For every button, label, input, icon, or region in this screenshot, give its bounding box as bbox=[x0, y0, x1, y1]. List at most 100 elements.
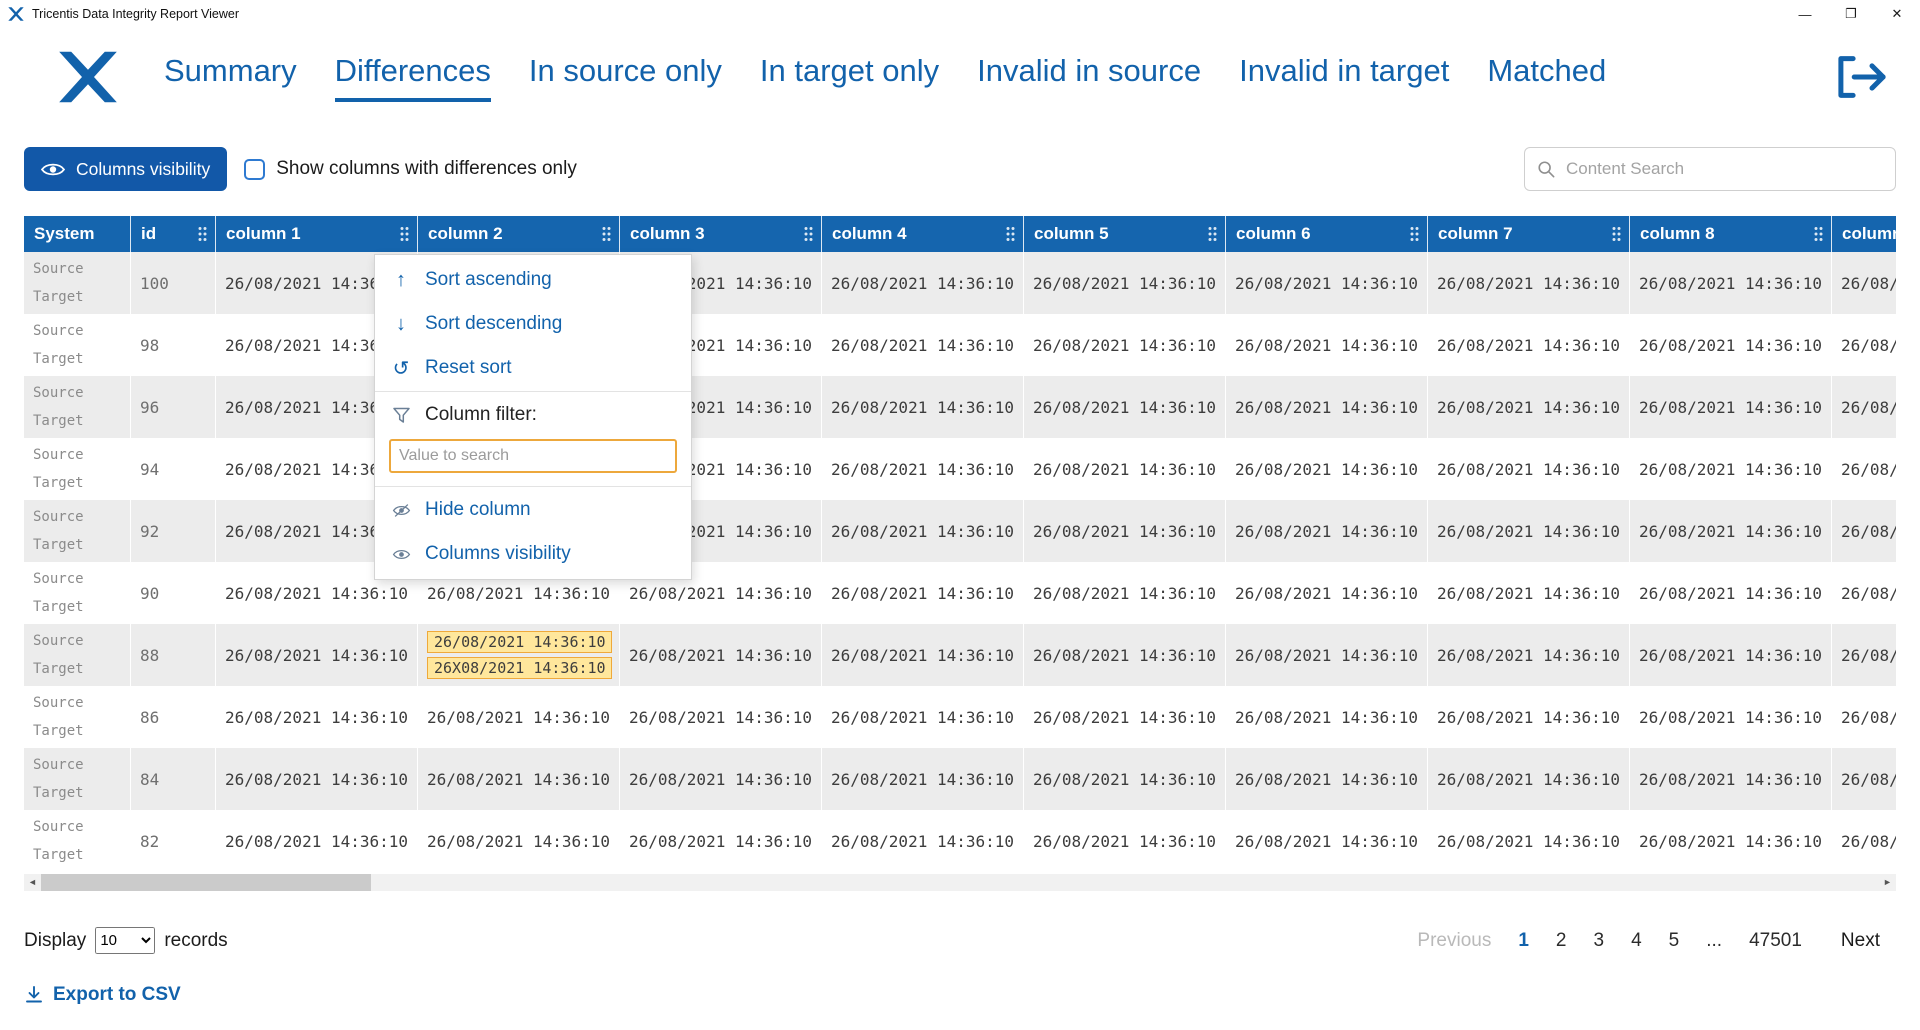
scroll-right-icon[interactable]: ► bbox=[1879, 874, 1896, 891]
column-grip-icon[interactable] bbox=[399, 226, 410, 243]
nav-item-in-target-only[interactable]: In target only bbox=[760, 53, 939, 102]
table-row: SourceTarget9826/08/2021 14:36:1026/08/2… bbox=[24, 314, 1896, 376]
minimize-button[interactable]: — bbox=[1782, 0, 1828, 28]
close-button[interactable]: ✕ bbox=[1874, 0, 1920, 28]
data-cell: 26/08/2021 14:36:10 bbox=[1428, 252, 1630, 314]
data-cell: 26/08/2021 14:36:10 bbox=[216, 686, 418, 748]
eye-icon bbox=[390, 546, 412, 563]
column-header-system[interactable]: System bbox=[24, 216, 131, 252]
column-header-column-8[interactable]: column 8 bbox=[1630, 216, 1832, 252]
menu-item-sort-ascending[interactable]: ↑ Sort ascending bbox=[375, 258, 691, 302]
column-header-column-7[interactable]: column 7 bbox=[1428, 216, 1630, 252]
nav-item-matched[interactable]: Matched bbox=[1487, 53, 1606, 102]
nav-item-invalid-in-source[interactable]: Invalid in source bbox=[977, 53, 1201, 102]
column-header-column-1[interactable]: column 1 bbox=[216, 216, 418, 252]
maximize-button[interactable]: ❐ bbox=[1828, 0, 1874, 28]
id-cell: 100 bbox=[131, 252, 216, 314]
data-cell: 26/08/2021 14:36:10 bbox=[1024, 686, 1226, 748]
system-cell: SourceTarget bbox=[24, 748, 131, 810]
menu-item-reset-sort[interactable]: ↺ Reset sort bbox=[375, 346, 691, 390]
column-header-column-5[interactable]: column 5 bbox=[1024, 216, 1226, 252]
nav-item-in-source-only[interactable]: In source only bbox=[529, 53, 722, 102]
column-header-label: column 9 bbox=[1842, 224, 1896, 244]
display-label: Display bbox=[24, 930, 86, 952]
column-header-column-2[interactable]: column 2 bbox=[418, 216, 620, 252]
data-cell: 26/08/2021 14:36:10 bbox=[216, 810, 418, 872]
menu-item-sort-descending[interactable]: ↓ Sort descending bbox=[375, 302, 691, 346]
show-differences-checkbox[interactable] bbox=[244, 159, 265, 180]
report-table: Systemidcolumn 1column 2column 3column 4… bbox=[24, 216, 1896, 872]
id-cell: 96 bbox=[131, 376, 216, 438]
system-label: Target bbox=[33, 413, 84, 429]
system-cell: SourceTarget bbox=[24, 314, 131, 376]
nav-item-invalid-in-target[interactable]: Invalid in target bbox=[1239, 53, 1449, 102]
system-label: Source bbox=[33, 757, 84, 773]
column-header-column-9[interactable]: column 9 bbox=[1832, 216, 1896, 252]
data-cell: 26/08/2021 14:36:10 bbox=[1226, 748, 1428, 810]
column-grip-icon[interactable] bbox=[803, 226, 814, 243]
page-number-last[interactable]: 47501 bbox=[1749, 930, 1802, 952]
column-grip-icon[interactable] bbox=[1207, 226, 1218, 243]
column-grip-icon[interactable] bbox=[1409, 226, 1420, 243]
page-number-2[interactable]: 2 bbox=[1556, 930, 1567, 952]
export-report-icon[interactable] bbox=[1834, 52, 1890, 102]
id-cell: 82 bbox=[131, 810, 216, 872]
page-number-5[interactable]: 5 bbox=[1669, 930, 1680, 952]
page-number-3[interactable]: 3 bbox=[1594, 930, 1605, 952]
column-header-column-4[interactable]: column 4 bbox=[822, 216, 1024, 252]
columns-visibility-button[interactable]: Columns visibility bbox=[24, 147, 227, 191]
reset-sort-icon: ↺ bbox=[390, 356, 412, 381]
app-logo-icon bbox=[8, 6, 24, 22]
data-cell: 26/08/2021 14:36:10 bbox=[1024, 624, 1226, 686]
column-filter-input[interactable] bbox=[389, 439, 677, 473]
scrollbar-thumb[interactable] bbox=[41, 874, 371, 891]
main-nav: Summary Differences In source only In targe… bbox=[0, 28, 1920, 126]
download-icon bbox=[24, 985, 44, 1005]
column-grip-icon[interactable] bbox=[1005, 226, 1016, 243]
system-label: Source bbox=[33, 633, 84, 649]
data-cell: 26/08/2021 14:36:10 bbox=[418, 810, 620, 872]
table-body: SourceTarget10026/08/2021 14:36:1026/08/… bbox=[24, 252, 1896, 872]
next-page-button[interactable]: Next bbox=[1841, 930, 1880, 952]
system-label: Target bbox=[33, 599, 84, 615]
column-header-column-3[interactable]: column 3 bbox=[620, 216, 822, 252]
scroll-left-icon[interactable]: ◄ bbox=[24, 874, 41, 891]
table-row: SourceTarget10026/08/2021 14:36:1026/08/… bbox=[24, 252, 1896, 314]
data-cell: 26/08/2021 14:36:10 bbox=[822, 252, 1024, 314]
data-cell: 26/08/2021 14:36:10 bbox=[1630, 810, 1832, 872]
column-grip-icon[interactable] bbox=[1813, 226, 1824, 243]
data-cell: 26/08/2021 14:36:10 bbox=[1832, 562, 1896, 624]
horizontal-scrollbar[interactable]: ◄ ► bbox=[24, 874, 1896, 891]
show-differences-label[interactable]: Show columns with differences only bbox=[276, 158, 577, 180]
search-icon bbox=[1537, 160, 1555, 178]
nav-item-differences[interactable]: Differences bbox=[335, 53, 491, 102]
system-cell: SourceTarget bbox=[24, 376, 131, 438]
page-size-select[interactable]: 10 bbox=[95, 927, 155, 954]
data-cell: 26/08/2021 14:36:10 bbox=[1832, 314, 1896, 376]
page-number-4[interactable]: 4 bbox=[1631, 930, 1642, 952]
column-grip-icon[interactable] bbox=[1611, 226, 1622, 243]
column-grip-icon[interactable] bbox=[197, 226, 208, 243]
data-cell: 26/08/2021 14:36:10 bbox=[1630, 376, 1832, 438]
sort-descending-icon: ↓ bbox=[390, 313, 412, 336]
table-row: SourceTarget8626/08/2021 14:36:1026/08/2… bbox=[24, 686, 1896, 748]
table-row: SourceTarget8226/08/2021 14:36:1026/08/2… bbox=[24, 810, 1896, 872]
nav-item-summary[interactable]: Summary bbox=[164, 53, 297, 102]
system-label: Target bbox=[33, 847, 84, 863]
column-grip-icon[interactable] bbox=[601, 226, 612, 243]
menu-item-hide-column[interactable]: Hide column bbox=[375, 488, 691, 532]
diff-source-value: 26/08/2021 14:36:10 bbox=[427, 631, 612, 653]
export-to-csv-button[interactable]: Export to CSV bbox=[24, 984, 181, 1006]
id-cell: 94 bbox=[131, 438, 216, 500]
menu-item-columns-visibility[interactable]: Columns visibility bbox=[375, 532, 691, 576]
column-header-id[interactable]: id bbox=[131, 216, 216, 252]
column-header-column-6[interactable]: column 6 bbox=[1226, 216, 1428, 252]
column-filter-input-wrap bbox=[375, 437, 691, 485]
previous-page-button[interactable]: Previous bbox=[1417, 930, 1491, 952]
content-search-input[interactable] bbox=[1564, 158, 1883, 180]
data-cell: 26/08/2021 14:36:10 bbox=[1630, 562, 1832, 624]
window-controls: — ❐ ✕ bbox=[1782, 0, 1920, 28]
system-label: Source bbox=[33, 819, 84, 835]
data-cell: 26/08/2021 14:36:10 bbox=[1428, 810, 1630, 872]
page-number-1[interactable]: 1 bbox=[1518, 930, 1529, 952]
